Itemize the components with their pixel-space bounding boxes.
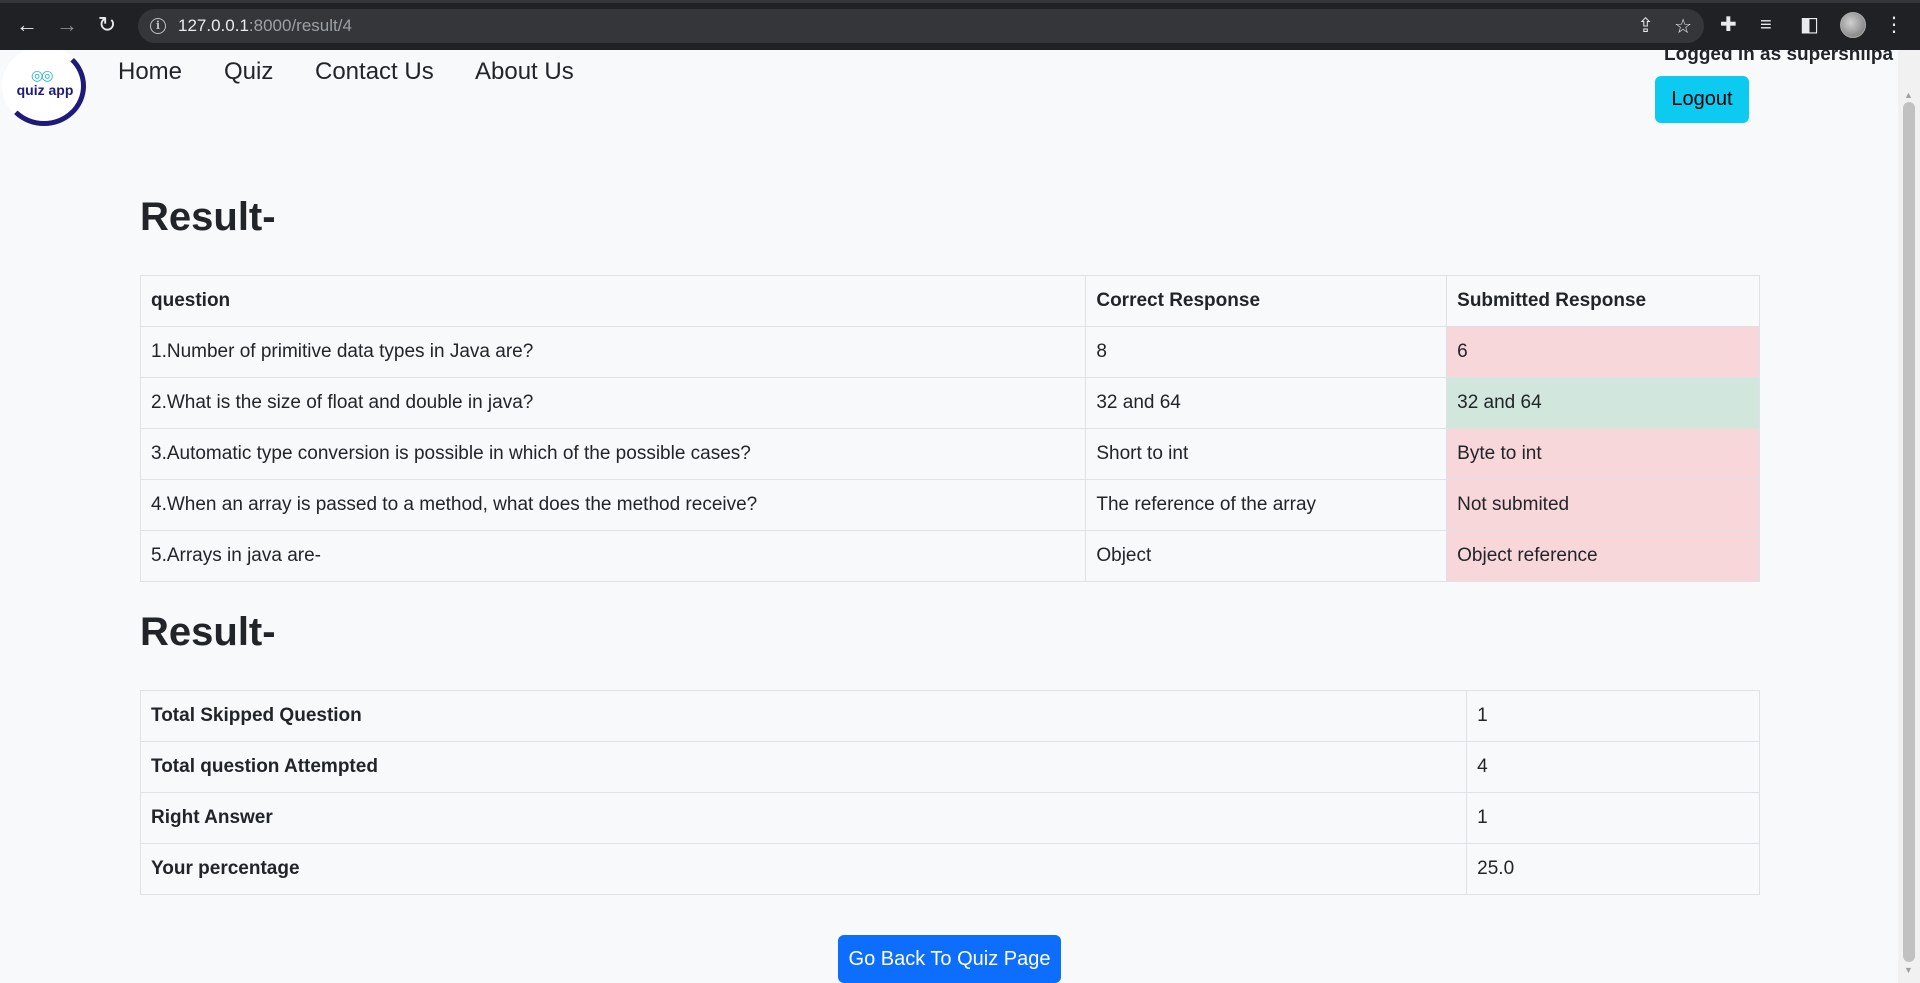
submitted-response-cell: Object reference [1446, 530, 1760, 582]
question-cell: 1.Number of primitive data types in Java… [139, 326, 1087, 378]
summary-label: Your percentage [139, 843, 1468, 895]
logo-text: quiz app [16, 82, 74, 98]
url-text[interactable]: 127.0.0.1:8000/result/4 [178, 16, 352, 36]
table-header-row: question Correct Response Submitted Resp… [139, 275, 1760, 327]
table-row: 2.What is the size of float and double i… [139, 377, 1760, 429]
go-back-to-quiz-button[interactable]: Go Back To Quiz Page [838, 935, 1061, 983]
extensions-puzzle-icon[interactable]: ✚ [1720, 12, 1737, 38]
nav-about-link[interactable]: About Us [475, 58, 574, 86]
results-table: question Correct Response Submitted Resp… [139, 275, 1760, 582]
column-header-correct: Correct Response [1085, 275, 1448, 327]
page-content: ◎◎ quiz app Home Quiz Contact Us About U… [0, 50, 1898, 983]
nav-quiz-link[interactable]: Quiz [224, 58, 273, 86]
summary-row: Total Skipped Question 1 [139, 690, 1760, 742]
logged-in-text: Logged in as supershilpa [1664, 50, 1894, 65]
correct-response-cell: Short to int [1085, 428, 1448, 480]
table-row: 5.Arrays in java are- Object Object refere… [139, 530, 1760, 582]
table-row: 4.When an array is passed to a method, w… [139, 479, 1760, 531]
submitted-response-cell: 32 and 64 [1446, 377, 1760, 429]
menu-kebab-icon[interactable]: ⋮ [1884, 12, 1904, 38]
summary-value: 4 [1466, 741, 1760, 793]
correct-response-cell: Object [1085, 530, 1448, 582]
bookmark-star-icon[interactable]: ☆ [1674, 14, 1692, 39]
submitted-response-cell: Byte to int [1446, 428, 1760, 480]
nav-home-link[interactable]: Home [118, 58, 182, 86]
question-cell: 3.Automatic type conversion is possible … [139, 428, 1087, 480]
correct-response-cell: The reference of the array [1085, 479, 1448, 531]
summary-heading: Result- [140, 610, 276, 654]
browser-toolbar: ← → ↻ i 127.0.0.1:8000/result/4 ⇪ ☆ ✚ ≡ … [0, 0, 1920, 50]
profile-avatar[interactable] [1840, 12, 1866, 38]
media-queue-icon[interactable]: ≡ [1760, 12, 1772, 38]
summary-value: 1 [1466, 690, 1760, 742]
side-panel-icon[interactable]: ◧ [1800, 12, 1819, 38]
address-bar[interactable]: i 127.0.0.1:8000/result/4 ⇪ ☆ [138, 9, 1704, 43]
table-row: 1.Number of primitive data types in Java… [139, 326, 1760, 378]
navbar: ◎◎ quiz app Home Quiz Contact Us About U… [0, 50, 1898, 126]
correct-response-cell: 8 [1085, 326, 1448, 378]
results-heading: Result- [140, 195, 276, 239]
scroll-up-icon[interactable]: ▲ [1904, 90, 1913, 100]
correct-response-cell: 32 and 64 [1085, 377, 1448, 429]
summary-table: Total Skipped Question 1 Total question At… [139, 690, 1760, 895]
tab-strip [0, 0, 1920, 3]
page-scrollbar[interactable]: ▲ ▼ [1898, 50, 1920, 983]
scrollbar-thumb[interactable] [1903, 102, 1915, 962]
scroll-down-icon[interactable]: ▼ [1904, 965, 1913, 975]
summary-label: Right Answer [139, 792, 1468, 844]
question-cell: 5.Arrays in java are- [139, 530, 1087, 582]
quiz-app-logo[interactable]: ◎◎ quiz app [2, 50, 86, 126]
question-cell: 4.When an array is passed to a method, w… [139, 479, 1087, 531]
summary-value: 1 [1466, 792, 1760, 844]
column-header-question: question [139, 275, 1087, 327]
logout-button[interactable]: Logout [1655, 76, 1749, 123]
table-row: 3.Automatic type conversion is possible … [139, 428, 1760, 480]
reload-icon[interactable]: ↻ [94, 12, 120, 38]
forward-arrow-icon[interactable]: → [54, 12, 80, 38]
question-cell: 2.What is the size of float and double i… [139, 377, 1087, 429]
submitted-response-cell: Not submited [1446, 479, 1760, 531]
summary-label: Total Skipped Question [139, 690, 1468, 742]
back-arrow-icon[interactable]: ← [14, 12, 40, 38]
summary-label: Total question Attempted [139, 741, 1468, 793]
column-header-submitted: Submitted Response [1446, 275, 1760, 327]
share-icon[interactable]: ⇪ [1637, 13, 1654, 38]
nav-contact-link[interactable]: Contact Us [315, 58, 434, 86]
site-info-icon[interactable]: i [150, 18, 166, 34]
summary-row: Right Answer 1 [139, 792, 1760, 844]
summary-value: 25.0 [1466, 843, 1760, 895]
summary-row: Your percentage 25.0 [139, 843, 1760, 895]
summary-row: Total question Attempted 4 [139, 741, 1760, 793]
submitted-response-cell: 6 [1446, 326, 1760, 378]
